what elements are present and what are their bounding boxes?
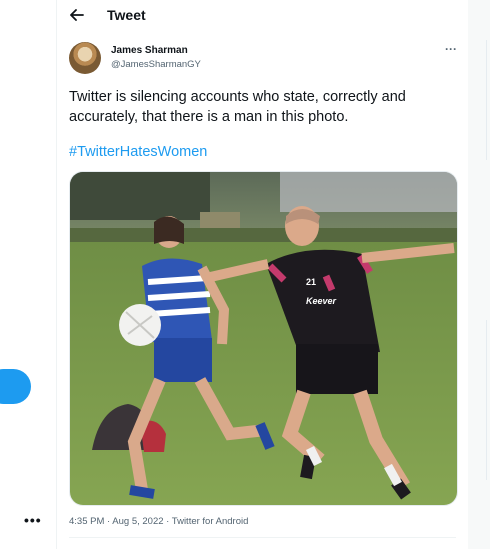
tweet-column: Tweet James Sharman @JamesSharmanGY ··· … (56, 0, 469, 549)
left-navigation-rail: ••• (0, 0, 56, 549)
tweet-text: Twitter is silencing accounts who state,… (69, 89, 406, 125)
hashtag-link[interactable]: #TwitterHatesWomen (69, 144, 207, 160)
jersey-number: 21 (306, 277, 316, 287)
arrow-left-icon[interactable] (67, 5, 87, 25)
avatar[interactable] (69, 42, 101, 74)
page-title: Tweet (107, 7, 146, 23)
ellipsis-icon[interactable]: ··· (443, 42, 459, 56)
tweet-timestamp[interactable]: 4:35 PM · Aug 5, 2022 · Twitter for Andr… (69, 516, 248, 527)
divider (69, 537, 456, 538)
more-options-icon[interactable]: ••• (24, 512, 44, 532)
football-match-photo: 21 Keever (70, 172, 457, 505)
page-header: Tweet (57, 0, 468, 32)
author-handle[interactable]: @JamesSharmanGY (111, 59, 201, 70)
divider (486, 40, 487, 160)
divider (486, 320, 487, 480)
right-rail (468, 0, 490, 549)
author-name[interactable]: James Sharman (111, 45, 188, 56)
jersey-sponsor: Keever (306, 296, 337, 306)
compose-tweet-button[interactable] (0, 369, 31, 404)
tweet-photo[interactable]: 21 Keever (69, 171, 458, 506)
